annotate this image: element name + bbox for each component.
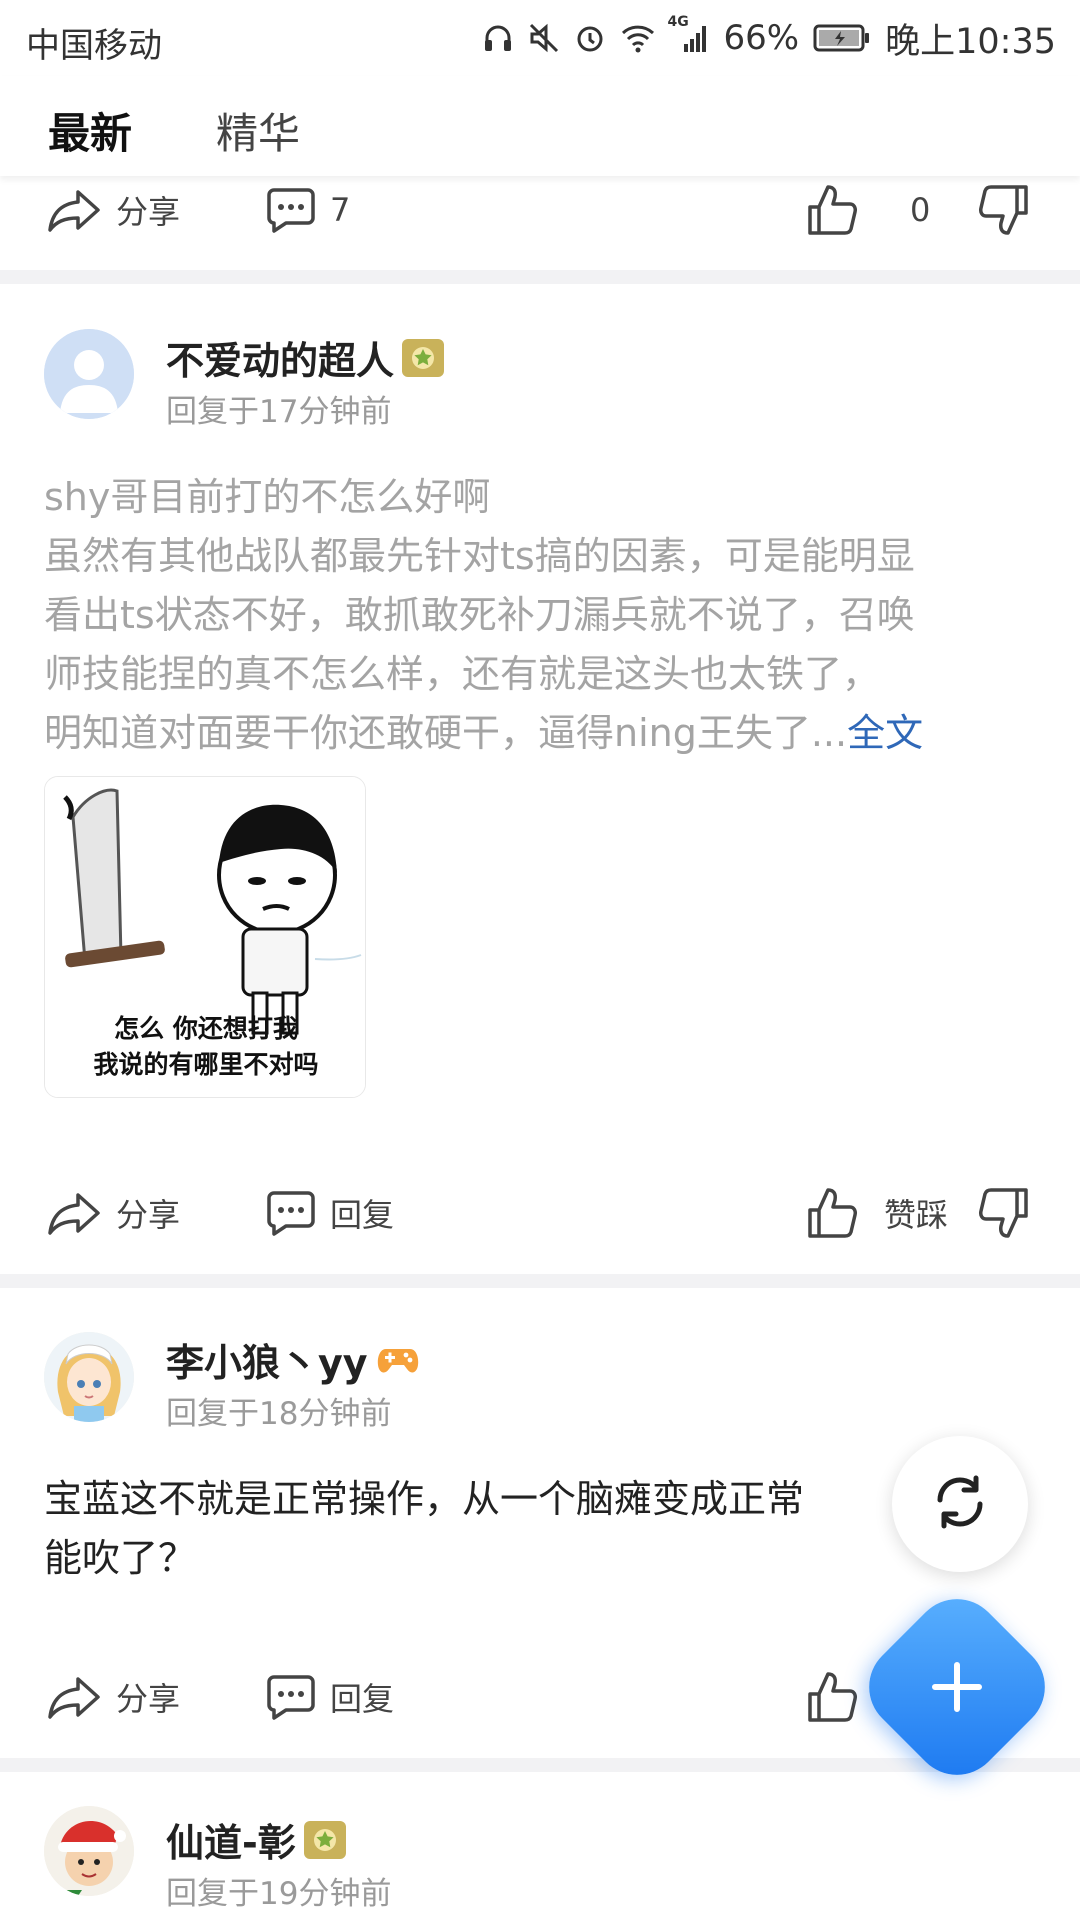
status-bar: 中国移动 4G 66% 晚上10:35 [0,0,1080,76]
share-button[interactable]: 分享 [46,1652,180,1742]
share-label: 分享 [116,1680,181,1718]
avatar[interactable] [44,1332,134,1422]
dislike-button[interactable] [978,165,1030,255]
anime-girl-avatar-icon [44,1332,134,1422]
reply-button[interactable]: 回复 [266,1652,394,1742]
reply-timestamp: 回复于17分钟前 [166,394,392,430]
share-button[interactable]: 分享 [46,165,180,255]
post-divider [0,1274,1080,1288]
vote-label: 赞踩 [884,1196,949,1234]
comment-icon [266,186,316,234]
post-actions: 分享 回复 赞踩 [0,1168,1080,1258]
meme-caption-line: 怎么 你还想打我 [114,1014,298,1043]
username[interactable]: 李小狼丶yy [166,1332,420,1387]
refresh-icon [928,1470,992,1538]
thumbs-up-icon [806,183,858,237]
status-icons: 4G 66% 晚上10:35 [482,14,1056,62]
comment-count: 7 [330,191,351,229]
share-icon [46,1673,102,1721]
headphones-icon [482,22,514,54]
clock: 晚上10:35 [885,21,1056,62]
share-button[interactable]: 分享 [46,1168,180,1258]
refresh-button[interactable] [892,1436,1028,1572]
post-divider [0,1758,1080,1772]
carrier-name: 中国移动 [26,26,162,66]
comment-icon [266,1673,316,1721]
alarm-icon [574,22,606,54]
avatar[interactable] [44,1806,134,1896]
thumbs-up-icon [806,1670,858,1724]
post-line: 宝蓝这不就是正常操作，从一个脑瘫变成正常 [44,1477,805,1521]
like-button[interactable] [806,1652,858,1742]
previous-post-actions: 分享 7 0 [0,165,1080,255]
level-badge-icon [303,1820,346,1859]
battery-percent: 66% [723,18,800,58]
meme-caption-line: 我说的有哪里不对吗 [93,1050,319,1079]
share-label: 分享 [116,193,181,231]
avatar[interactable] [44,329,134,419]
username-text: 李小狼丶yy [166,1341,368,1385]
tab-featured[interactable]: 精华 [216,100,300,161]
post-line: 虽然有其他战队都最先针对ts搞的因素，可是能明显 [44,534,915,578]
like-button[interactable] [806,1168,858,1258]
reply-button[interactable]: 回复 [266,1168,394,1258]
thumbs-down-icon [978,183,1030,237]
gamepad-badge-icon [376,1341,420,1379]
username-text: 仙道-彰 [166,1821,296,1865]
battery-icon [813,23,871,53]
share-label: 分享 [116,1196,181,1234]
post-line: 看出ts状态不好，敢抓敢死补刀漏兵就不说了，召唤 [44,593,915,637]
username-text: 不爱动的超人 [166,339,395,383]
reply-timestamp: 回复于18分钟前 [166,1396,392,1432]
share-icon [46,186,102,234]
level-badge-icon [402,338,445,377]
dislike-button[interactable] [978,1168,1030,1258]
post-line: shy哥目前打的不怎么好啊 [44,475,491,519]
tab-bar: 最新 精华 [0,76,1080,176]
plus-icon [917,1647,996,1726]
comment-button[interactable]: 7 [266,165,350,255]
post-line: 师技能捏的真不怎么样，还有就是这头也太铁了， [44,652,881,696]
post-body[interactable]: shy哥目前打的不怎么好啊 虽然有其他战队都最先针对ts搞的因素，可是能明显 看… [44,468,1044,763]
signal-icon: 4G [668,14,710,54]
read-more-link[interactable]: 全文 [847,711,923,755]
reply-label: 回复 [330,1680,395,1718]
mute-icon [528,22,560,54]
comment-icon [266,1189,316,1237]
post-divider [0,270,1080,284]
post-image[interactable]: 怎么 你还想打我 我说的有哪里不对吗 [44,776,366,1098]
username[interactable]: 仙道-彰 [166,1812,346,1867]
network-type: 4G [667,14,689,30]
thumbs-up-icon [806,1186,858,1240]
like-button[interactable] [806,165,858,255]
like-count: 0 [910,191,931,229]
thumbs-down-icon [978,1186,1030,1240]
tab-latest[interactable]: 最新 [48,100,132,161]
username[interactable]: 不爱动的超人 [166,330,445,385]
default-avatar-icon [44,329,134,419]
santa-hat-avatar-icon [44,1806,134,1896]
post-line: 明知道对面要干你还敢硬干，逼得ning王失了... [44,711,848,755]
reply-label: 回复 [330,1196,395,1234]
share-icon [46,1189,102,1237]
wifi-icon [620,22,656,54]
post-line: 能吹了？ [44,1536,197,1580]
reply-timestamp: 回复于19分钟前 [166,1876,392,1912]
